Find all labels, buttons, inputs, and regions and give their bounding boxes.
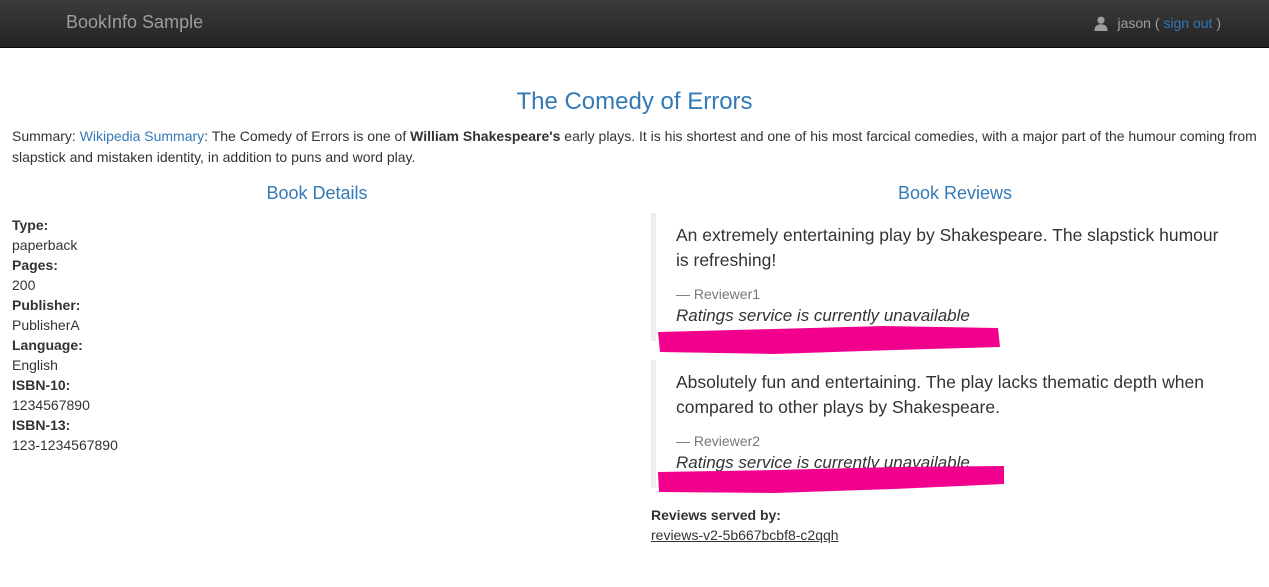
brand-link[interactable]: BookInfo Sample bbox=[66, 12, 203, 33]
type-value: paperback bbox=[12, 237, 78, 253]
isbn13-value: 123-1234567890 bbox=[12, 437, 118, 453]
sign-out-link[interactable]: sign out bbox=[1163, 15, 1212, 31]
book-details-heading: Book Details bbox=[266, 183, 368, 203]
summary-author: William Shakespeare's bbox=[410, 128, 561, 144]
isbn13-label: ISBN-13: bbox=[12, 417, 71, 433]
username: jason bbox=[1117, 15, 1151, 31]
language-value: English bbox=[12, 357, 58, 373]
pages-value: 200 bbox=[12, 277, 36, 293]
pages-label: Pages: bbox=[12, 257, 58, 273]
book-summary: Summary: Wikipedia Summary: The Comedy o… bbox=[12, 126, 1264, 168]
user-icon bbox=[1094, 16, 1108, 31]
summary-label: Summary: bbox=[12, 128, 80, 144]
isbn10-label: ISBN-10: bbox=[12, 377, 71, 393]
reviewer-name: — Reviewer1 bbox=[676, 286, 761, 302]
book-reviews-heading: Book Reviews bbox=[897, 183, 1013, 203]
publisher-value: PublisherA bbox=[12, 317, 80, 333]
paren-close: ) bbox=[1212, 15, 1221, 31]
wikipedia-summary-link[interactable]: Wikipedia Summary bbox=[80, 128, 204, 144]
publisher-label: Publisher: bbox=[12, 297, 81, 313]
paren-open: ( bbox=[1150, 15, 1164, 31]
reviews-served-by-label: Reviews served by: bbox=[651, 507, 781, 523]
book-details-list: Type: paperback Pages: 200 Publisher: Pu… bbox=[12, 215, 118, 455]
type-label: Type: bbox=[12, 217, 49, 233]
page-title: The Comedy of Errors bbox=[516, 88, 753, 115]
reviews-pod-link[interactable]: reviews-v2-5b667bcbf8-c2qqh bbox=[651, 527, 839, 543]
top-navbar: BookInfo Sample jason ( sign out ) bbox=[0, 0, 1269, 48]
reviewer-name: — Reviewer2 bbox=[676, 433, 761, 449]
language-label: Language: bbox=[12, 337, 83, 353]
summary-text-pre: : The Comedy of Errors is one of bbox=[204, 128, 411, 144]
isbn10-value: 1234567890 bbox=[12, 397, 90, 413]
highlight-mark-2 bbox=[658, 466, 1004, 493]
user-area: jason ( sign out ) bbox=[1094, 15, 1221, 31]
review-text: Absolutely fun and entertaining. The pla… bbox=[676, 372, 1204, 417]
review-text: An extremely entertaining play by Shakes… bbox=[676, 225, 1219, 270]
highlight-mark-1 bbox=[658, 326, 1000, 354]
